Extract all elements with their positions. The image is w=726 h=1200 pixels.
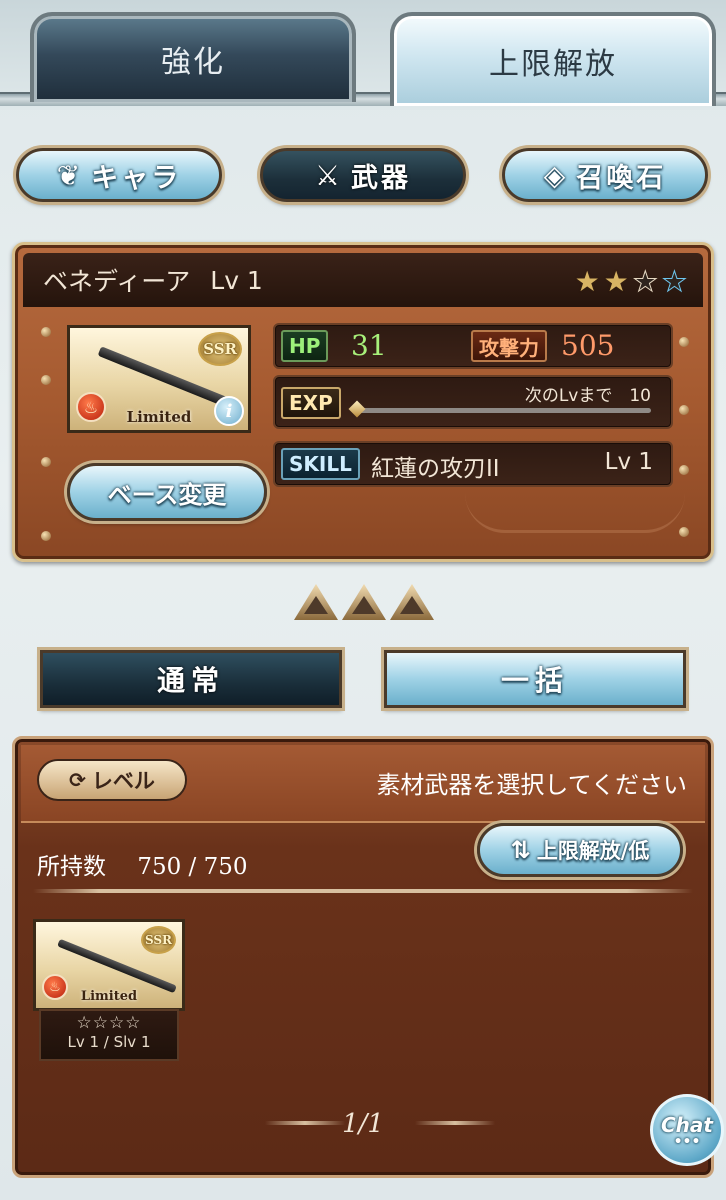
uncap-triangle-icon: [390, 584, 434, 620]
star-filled-icon: ★: [603, 265, 629, 298]
crystal-icon: ◈: [543, 158, 569, 192]
skill-name: 紅蓮の攻刃II: [371, 456, 500, 482]
material-level: Lv 1 / Slv 1: [67, 1033, 151, 1051]
rivet: [41, 531, 51, 541]
page-indicator: 1/1: [342, 1109, 384, 1139]
rivet: [41, 375, 51, 385]
rivet: [679, 405, 689, 415]
rivet: [41, 457, 51, 467]
panel-ornament: [465, 493, 685, 533]
weapon-info-panel: ベネディーア Lv 1 ★ ★ ★ ★ SSR ♨ Limited i ベース変…: [12, 242, 714, 562]
atk-value: 505: [561, 329, 615, 362]
weapon-level: Lv 1: [210, 265, 263, 295]
material-stars: ☆☆☆☆: [76, 1013, 142, 1033]
exp-marker: [348, 400, 366, 418]
owned-count: 750 / 750: [137, 854, 248, 880]
sort-level-button[interactable]: ⟳ レベル: [37, 759, 187, 801]
up-down-arrows-icon: ⇅: [510, 836, 531, 864]
divider: [33, 889, 693, 893]
stat-row-exp: EXP 次のLvまで 10: [273, 375, 673, 429]
owned-label: 所持数: [37, 854, 106, 880]
weapon-thumbnail[interactable]: SSR ♨ Limited i: [67, 325, 251, 433]
pager-ornament-right: [415, 1121, 495, 1125]
uncap-indicators: [294, 584, 434, 620]
rivet: [679, 465, 689, 475]
skill-label: SKILL: [281, 448, 360, 480]
mode-bulk-button[interactable]: 一括: [384, 650, 686, 708]
weapon-header: ベネディーア Lv 1 ★ ★ ★ ★: [23, 253, 703, 307]
star-empty-icon: ★: [632, 265, 658, 299]
uncap-triangle-icon: [342, 584, 386, 620]
material-info: ☆☆☆☆ Lv 1 / Slv 1: [39, 1009, 179, 1061]
sort-level-label: レベル: [91, 769, 155, 793]
hp-label: HP: [281, 330, 329, 362]
rivet: [41, 327, 51, 337]
atk-label: 攻撃力: [471, 330, 547, 362]
weapon-name: ベネディーア: [43, 267, 191, 296]
skill-level: Lv 1: [604, 449, 653, 475]
filter-uncap-label: 上限解放/低: [536, 839, 650, 863]
star-blue-icon: ★: [661, 265, 687, 299]
stat-row-hp-atk: HP 31 攻撃力 505: [273, 323, 673, 369]
material-panel: ⟳ レベル 素材武器を選択してください 所持数 750 / 750 ⇅ 上限解放…: [12, 736, 714, 1178]
category-summon-button[interactable]: ◈ 召喚石: [502, 148, 708, 202]
refresh-icon: ⟳: [69, 768, 86, 792]
mode-normal-button[interactable]: 通常: [40, 650, 342, 708]
category-weapon-button[interactable]: ⚔ 武器: [260, 148, 466, 202]
category-summon-label: 召喚石: [576, 162, 667, 194]
star-filled-icon: ★: [574, 265, 600, 298]
exp-next-level: 次のLvまで 10: [524, 386, 651, 406]
chat-dots-icon: •••: [673, 1134, 701, 1150]
crossed-swords-icon: ⚔: [314, 158, 344, 192]
rarity-badge: SSR: [140, 926, 176, 954]
category-character-button[interactable]: ❦ キャラ: [16, 148, 222, 202]
rivet: [679, 337, 689, 347]
uncap-triangle-icon: [294, 584, 338, 620]
category-character-label: キャラ: [91, 162, 182, 194]
hp-value: 31: [351, 329, 387, 362]
crest-icon: ❦: [56, 158, 84, 192]
top-tab-bar: 強化 上限解放: [0, 0, 726, 110]
chat-button[interactable]: Chat •••: [650, 1094, 724, 1166]
material-header: ⟳ レベル 素材武器を選択してください: [21, 745, 705, 823]
material-prompt: 素材武器を選択してください: [376, 771, 687, 799]
info-icon[interactable]: i: [214, 396, 244, 426]
material-thumbnail: SSR ♨ Limited: [33, 919, 185, 1011]
material-item[interactable]: SSR ♨ Limited ☆☆☆☆ Lv 1 / Slv 1: [33, 919, 185, 1065]
filter-uncap-button[interactable]: ⇅ 上限解放/低: [477, 823, 683, 877]
limited-badge: Limited: [80, 989, 138, 1004]
category-weapon-label: 武器: [351, 162, 412, 194]
rarity-badge: SSR: [198, 332, 242, 366]
rivet: [679, 527, 689, 537]
tab-enhance[interactable]: 強化: [30, 12, 356, 102]
exp-label: EXP: [281, 387, 341, 419]
tab-uncap[interactable]: 上限解放: [390, 12, 716, 106]
stat-row-skill: SKILL 紅蓮の攻刃II Lv 1: [273, 441, 673, 487]
uncap-stars: ★ ★ ★ ★: [574, 265, 688, 299]
base-change-button[interactable]: ベース変更: [67, 463, 267, 521]
exp-bar: [353, 408, 651, 413]
owned-count-row: 所持数 750 / 750: [37, 847, 247, 881]
